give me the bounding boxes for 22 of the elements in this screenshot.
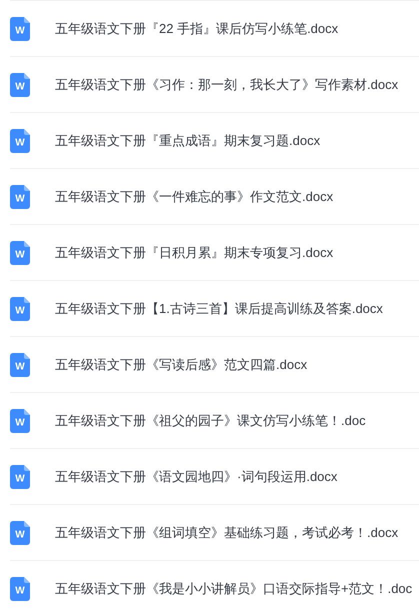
word-document-icon: W [10, 16, 30, 40]
file-name[interactable]: 五年级语文下册【1.古诗三首】课后提高训练及答案.docx [55, 298, 383, 318]
word-document-icon: W [10, 240, 30, 264]
word-document-icon: W [10, 408, 30, 432]
file-name[interactable]: 五年级语文下册《一件难忘的事》作文范文.docx [55, 186, 334, 206]
word-document-icon: W [10, 576, 30, 600]
file-name[interactable]: 五年级语文下册『重点成语』期末复习题.docx [55, 130, 320, 150]
word-document-icon: W [10, 184, 30, 208]
file-name[interactable]: 五年级语文下册《习作：那一刻，我长大了》写作素材.docx [55, 74, 398, 94]
word-document-icon: W [10, 72, 30, 96]
word-document-icon: W [10, 352, 30, 376]
file-name[interactable]: 五年级语文下册『日积月累』期末专项复习.docx [55, 242, 334, 262]
file-name[interactable]: 五年级语文下册《我是小小讲解员》口语交际指导+范文！.doc [55, 578, 412, 598]
file-name[interactable]: 五年级语文下册《祖父的园子》课文仿写小练笔！.doc [55, 410, 366, 430]
file-name[interactable]: 五年级语文下册《语文园地四》·词句段运用.docx [55, 466, 338, 486]
word-document-icon: W [10, 520, 30, 544]
word-document-icon: W [10, 128, 30, 152]
word-document-icon: W [10, 296, 30, 320]
file-name[interactable]: 五年级语文下册『22 手指』课后仿写小练笔.docx [55, 18, 338, 38]
file-name[interactable]: 五年级语文下册《写读后感》范文四篇.docx [55, 354, 308, 374]
word-document-icon: W [10, 464, 30, 488]
file-name[interactable]: 五年级语文下册《组词填空》基础练习题，考试必考！.docx [55, 522, 398, 542]
